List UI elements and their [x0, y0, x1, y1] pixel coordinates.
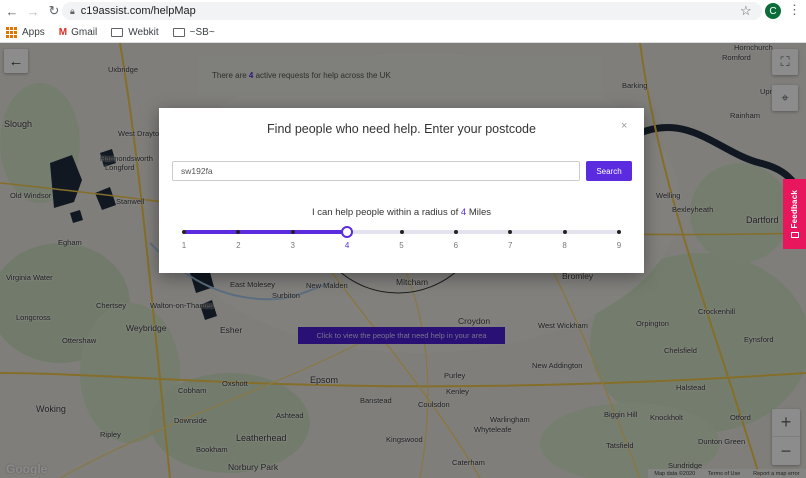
back-arrow-icon[interactable]: ←: [3, 2, 21, 20]
bookmark-label: Apps: [22, 26, 45, 38]
dialog-title: Find people who need help. Enter your po…: [267, 122, 536, 136]
slider-tick-dot[interactable]: [617, 230, 621, 234]
browser-toolbar: ← → ↻ 🔒︎ c19assist.com/helpMap ☆ C ⋮: [0, 0, 806, 22]
slider-tick-dot[interactable]: [290, 230, 295, 234]
slider-track: [184, 230, 348, 234]
slider-tick-label: 1: [181, 241, 187, 250]
close-icon[interactable]: ×: [621, 120, 627, 132]
slider-tick-label: 8: [562, 241, 567, 250]
radius-unit: Miles: [468, 207, 492, 218]
slider-tick-dot[interactable]: [182, 230, 186, 234]
slider-tick-label: 5: [399, 241, 404, 250]
postcode-input[interactable]: sw192fa: [172, 161, 580, 181]
address-bar[interactable]: 🔒︎ c19assist.com/helpMap: [62, 2, 762, 20]
bookmarks-bar: Apps M Gmail Webkit ~SB~: [0, 22, 806, 43]
slider-tick-dot[interactable]: [562, 230, 567, 234]
bookmark-label: Webkit: [128, 26, 159, 38]
gmail-icon: M: [58, 26, 68, 38]
radius-value: 4: [460, 207, 467, 218]
slider-tick-label: 3: [290, 241, 295, 250]
bookmark-star-icon[interactable]: ☆: [740, 3, 752, 19]
folder-icon: [172, 27, 185, 37]
bookmark-label: ~SB~: [189, 26, 215, 38]
feedback-tab[interactable]: Feedback: [783, 179, 806, 249]
reload-icon[interactable]: ↻: [45, 2, 63, 20]
bookmark-gmail[interactable]: M Gmail: [59, 27, 97, 38]
url-text: c19assist.com/helpMap: [80, 5, 196, 17]
radius-label: I can help people within a radius of 4 M…: [159, 207, 644, 218]
bookmark-apps[interactable]: Apps: [6, 26, 45, 38]
slider-tick-label: 4: [344, 241, 350, 250]
bookmark-sb[interactable]: ~SB~: [172, 26, 215, 38]
slider-tick-label: 6: [453, 241, 459, 250]
bookmark-label: Gmail: [71, 26, 98, 38]
lock-icon: 🔒︎: [70, 5, 75, 16]
slider-tick-label: 7: [508, 241, 513, 250]
postcode-dialog: Find people who need help. Enter your po…: [159, 108, 644, 273]
slider-tick-label: 9: [616, 241, 622, 250]
profile-avatar[interactable]: C: [765, 3, 781, 19]
slider-tick-dot[interactable]: [453, 230, 458, 234]
apps-grid-icon: [6, 26, 17, 38]
slider-handle[interactable]: [341, 226, 354, 238]
bookmark-webkit[interactable]: Webkit: [111, 26, 159, 38]
folder-icon: [111, 27, 124, 37]
radius-slider[interactable]: 1 2 3 4 5 6 7 8 9: [182, 226, 621, 257]
search-button[interactable]: Search: [586, 161, 632, 181]
browser-menu-icon[interactable]: ⋮: [788, 2, 801, 18]
slider-tick-dot[interactable]: [399, 230, 404, 234]
feedback-icon: [790, 232, 799, 239]
radius-prefix: I can help people within a radius of: [311, 207, 459, 218]
slider-tick-label: 2: [236, 241, 241, 250]
forward-arrow-icon[interactable]: →: [24, 2, 42, 20]
feedback-label: Feedback: [790, 189, 799, 229]
